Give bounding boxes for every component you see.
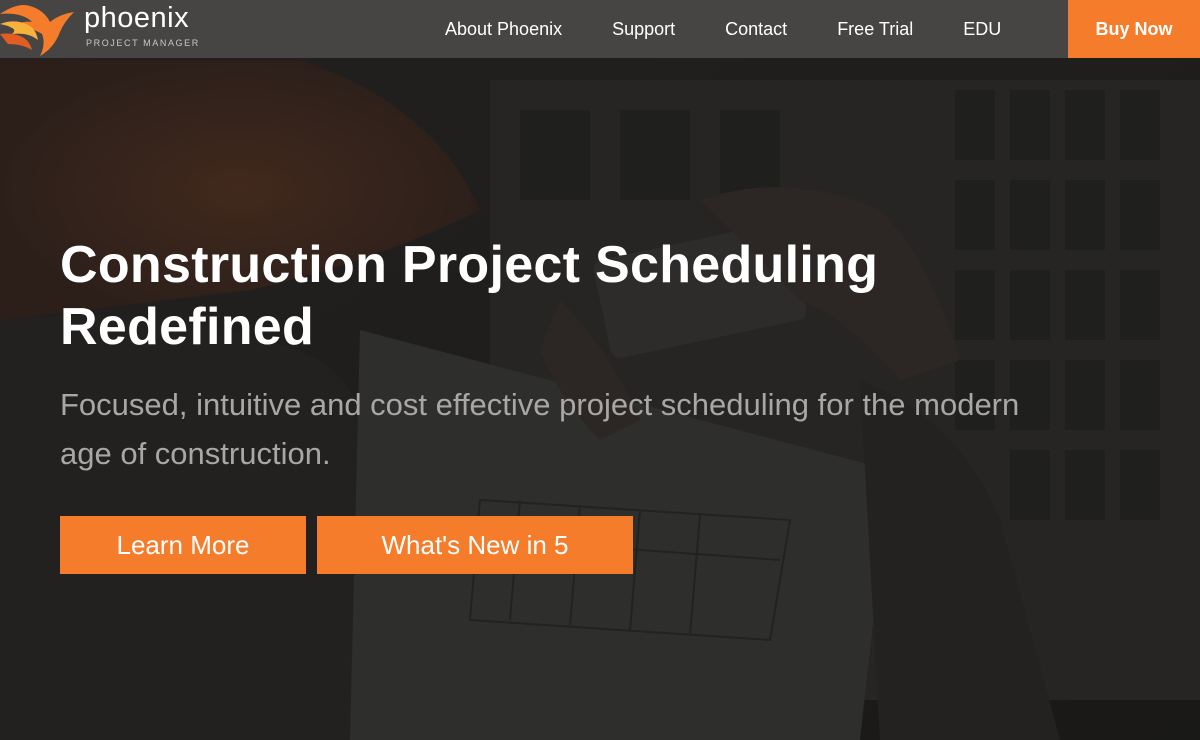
learn-more-button[interactable]: Learn More (60, 516, 306, 574)
logo[interactable]: phoenix PROJECT MANAGER (0, 0, 230, 58)
top-navbar: phoenix PROJECT MANAGER About Phoenix Su… (0, 0, 1200, 58)
main-nav: About Phoenix Support Contact Free Trial… (420, 0, 1026, 58)
nav-link-support[interactable]: Support (587, 0, 700, 58)
hero-section: Construction Project Scheduling Redefine… (60, 234, 1060, 574)
page: phoenix PROJECT MANAGER About Phoenix Su… (0, 0, 1200, 740)
hero-button-group: Learn More What's New in 5 (60, 516, 1060, 574)
hero-title: Construction Project Scheduling Redefine… (60, 236, 879, 356)
whats-new-button[interactable]: What's New in 5 (317, 516, 633, 574)
nav-link-contact[interactable]: Contact (700, 0, 812, 58)
nav-link-about-phoenix[interactable]: About Phoenix (420, 0, 587, 58)
nav-link-free-trial[interactable]: Free Trial (812, 0, 938, 58)
nav-link-edu[interactable]: EDU (938, 0, 1026, 58)
brand-tagline: PROJECT MANAGER (86, 38, 200, 48)
hero-subtitle: Focused, intuitive and cost effective pr… (60, 387, 1020, 471)
buy-now-button[interactable]: Buy Now (1068, 0, 1200, 58)
phoenix-bird-icon (0, 5, 74, 56)
brand-name: phoenix (84, 2, 190, 34)
